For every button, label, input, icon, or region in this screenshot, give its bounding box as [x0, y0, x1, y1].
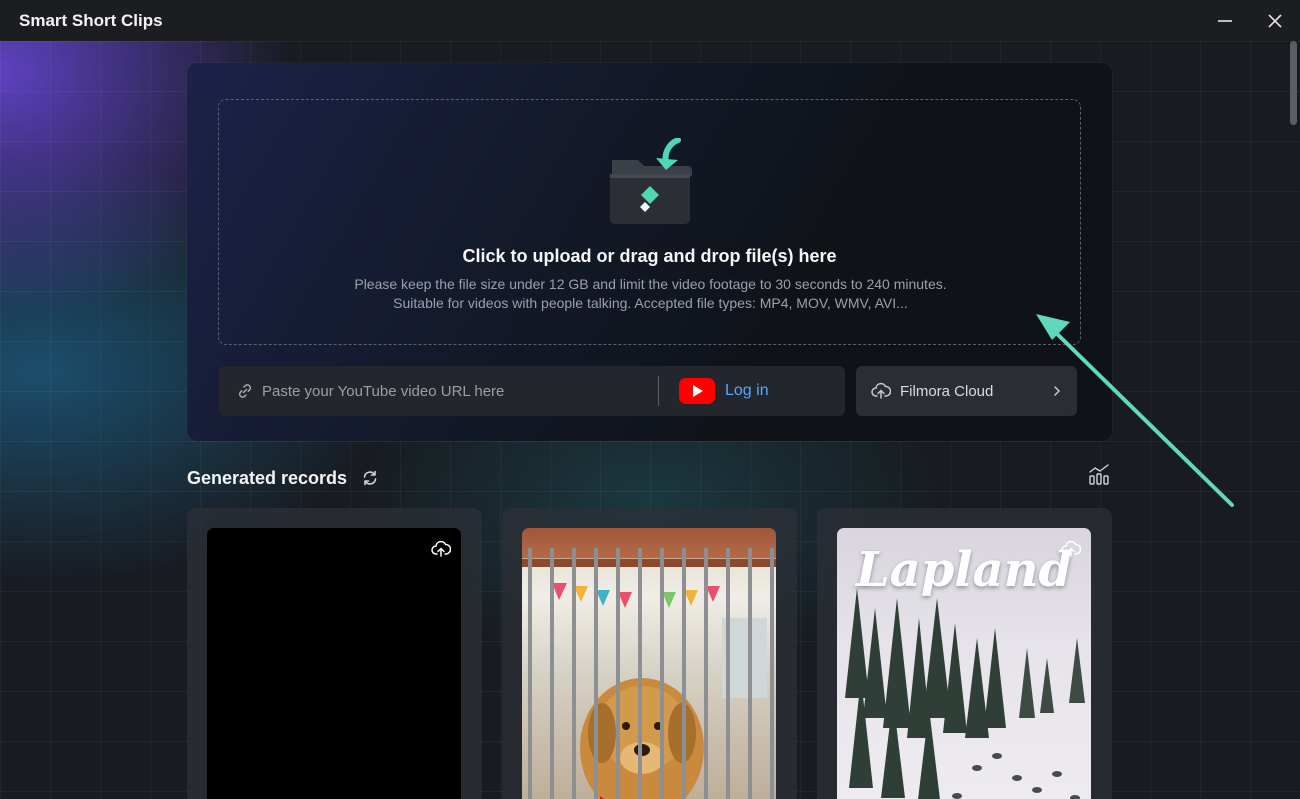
record-card[interactable]: Lapland	[817, 508, 1112, 799]
youtube-login-button[interactable]: Log in	[679, 371, 769, 411]
youtube-url-input[interactable]	[262, 373, 654, 409]
dog-kennel-image	[522, 548, 776, 799]
minimize-button[interactable]	[1200, 0, 1250, 41]
folder-upload-icon	[610, 138, 692, 224]
login-label: Log in	[725, 382, 769, 399]
record-card[interactable]	[502, 508, 797, 799]
youtube-icon	[679, 378, 715, 404]
records-header: Generated records	[187, 463, 1112, 493]
upload-description: Please keep the file size under 12 GB an…	[354, 276, 947, 311]
record-upload-button[interactable]	[1061, 540, 1081, 558]
window-controls	[1200, 0, 1300, 41]
refresh-button[interactable]	[361, 469, 379, 487]
record-overlay-text: Lapland	[855, 542, 1073, 598]
record-thumbnail	[207, 528, 461, 799]
upload-dropzone[interactable]: Click to upload or drag and drop file(s)…	[218, 99, 1081, 345]
filmora-cloud-button[interactable]: Filmora Cloud	[856, 366, 1077, 416]
youtube-url-bar: Log in	[219, 366, 845, 416]
close-button[interactable]	[1250, 0, 1300, 41]
cloud-upload-icon	[871, 382, 891, 400]
chevron-right-icon	[1053, 385, 1061, 397]
record-thumbnail: Lapland	[837, 528, 1091, 799]
cloud-upload-icon	[431, 540, 451, 557]
record-thumbnail	[522, 528, 776, 799]
record-upload-button[interactable]	[431, 540, 451, 558]
main-content: Click to upload or drag and drop file(s)…	[0, 41, 1300, 799]
link-icon	[236, 382, 254, 400]
scrollbar[interactable]	[1288, 41, 1300, 799]
filmora-cloud-label: Filmora Cloud	[900, 382, 994, 400]
refresh-icon	[363, 470, 377, 486]
url-divider	[658, 376, 659, 406]
close-icon	[1268, 13, 1282, 28]
app-title: Smart Short Clips	[19, 10, 163, 30]
analytics-icon	[1089, 464, 1109, 485]
records-title: Generated records	[187, 467, 348, 488]
title-bar: Smart Short Clips	[0, 0, 1300, 41]
cloud-upload-icon	[1061, 540, 1081, 557]
upload-title: Click to upload or drag and drop file(s)…	[462, 246, 837, 266]
record-card[interactable]	[187, 508, 482, 799]
scrollbar-thumb[interactable]	[1290, 41, 1297, 125]
upload-panel: Click to upload or drag and drop file(s)…	[187, 63, 1112, 441]
minimize-icon	[1218, 19, 1232, 22]
analytics-button[interactable]	[1088, 464, 1110, 486]
